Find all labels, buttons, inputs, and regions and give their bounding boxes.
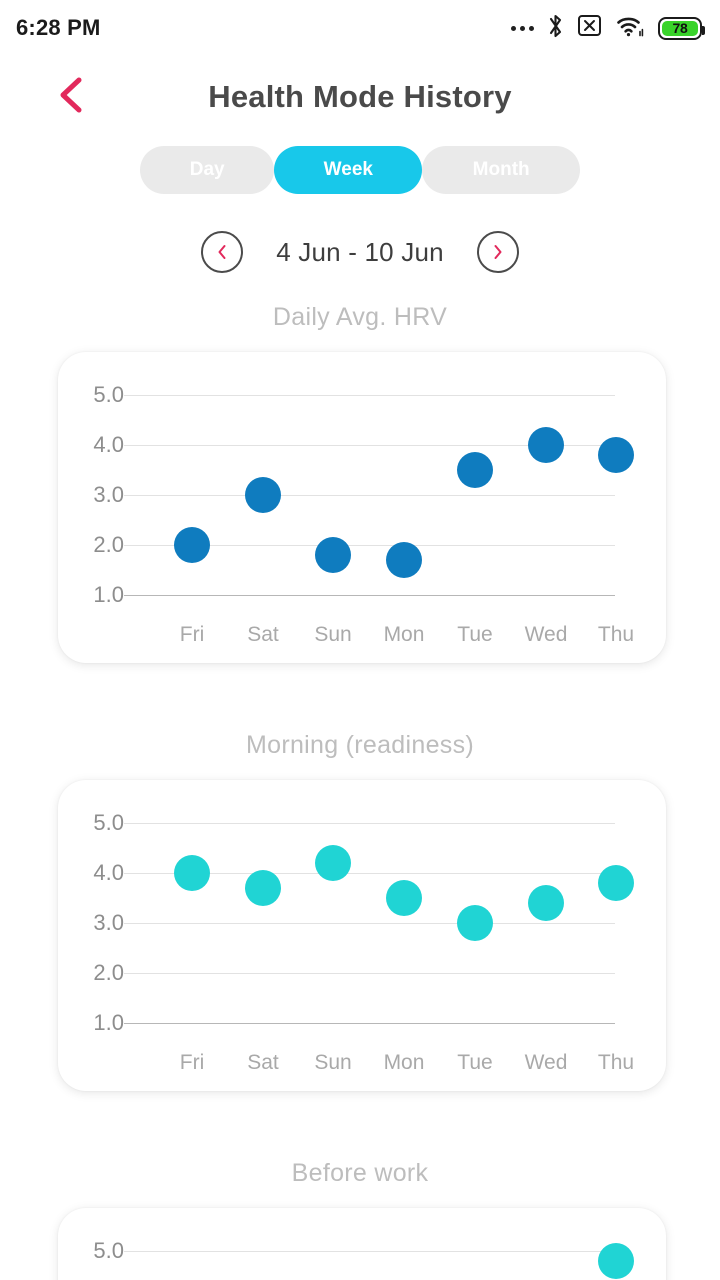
x-axis-tick-label: Tue bbox=[457, 623, 493, 646]
gridline bbox=[124, 1023, 615, 1024]
gridline bbox=[124, 823, 615, 824]
data-point[interactable] bbox=[245, 477, 281, 513]
date-navigation: 4 Jun - 10 Jun bbox=[0, 228, 720, 276]
status-icon-group: 78 bbox=[511, 13, 705, 44]
prev-week-button[interactable] bbox=[201, 231, 243, 273]
gridline bbox=[124, 395, 615, 396]
scatter-plot-beforework: 5.0 bbox=[58, 1208, 666, 1280]
chart-card-hrv: 5.0 4.0 3.0 2.0 1.0 Fri Sat Sun Mon Tue Wed Thu bbox=[58, 352, 666, 663]
x-axis-tick-label: Wed bbox=[524, 623, 568, 646]
x-axis-tick-label: Fri bbox=[179, 1051, 205, 1074]
app-screen: 6:28 PM 78 Health Mode History Day Week … bbox=[0, 0, 720, 1280]
data-point[interactable] bbox=[457, 905, 493, 941]
x-axis-tick-label: Sat bbox=[247, 1051, 279, 1074]
data-point[interactable] bbox=[315, 845, 351, 881]
chevron-right-icon bbox=[491, 243, 505, 261]
y-axis-tick-label: 4.0 bbox=[93, 860, 124, 885]
battery-icon: 78 bbox=[658, 16, 705, 40]
y-axis-tick-label: 3.0 bbox=[93, 482, 124, 507]
chart-title-hrv: Daily Avg. HRV bbox=[272, 303, 448, 331]
bluetooth-icon bbox=[547, 13, 564, 44]
gridline bbox=[124, 1251, 615, 1252]
data-point[interactable] bbox=[598, 865, 634, 901]
data-point[interactable] bbox=[315, 537, 351, 573]
data-point[interactable] bbox=[386, 542, 422, 578]
data-point[interactable] bbox=[386, 880, 422, 916]
x-axis-tick-label: Fri bbox=[179, 623, 205, 646]
x-axis-tick-label: Tue bbox=[457, 1051, 493, 1074]
scatter-plot-morning: 5.0 4.0 3.0 2.0 1.0 Fri Sat Sun Mon Tue Wed Thu bbox=[58, 780, 666, 1091]
data-point[interactable] bbox=[528, 427, 564, 463]
status-time: 6:28 PM bbox=[16, 15, 101, 40]
gridline bbox=[124, 595, 615, 596]
x-axis-tick-label: Thu bbox=[597, 1051, 635, 1074]
battery-level: 78 bbox=[672, 20, 688, 36]
y-axis-tick-label: 5.0 bbox=[93, 1238, 124, 1263]
chart-card-morning: 5.0 4.0 3.0 2.0 1.0 Fri Sat Sun Mon Tue Wed Thu bbox=[58, 780, 666, 1091]
data-point[interactable] bbox=[174, 855, 210, 891]
x-axis-tick-label: Sun bbox=[314, 623, 352, 646]
app-header: Health Mode History bbox=[0, 62, 720, 138]
x-axis-tick-label: Sat bbox=[247, 623, 279, 646]
sim-disabled-icon bbox=[577, 13, 602, 43]
x-axis-tick-label: Sun bbox=[314, 1051, 352, 1074]
data-point[interactable] bbox=[245, 870, 281, 906]
tab-month[interactable]: Month bbox=[422, 146, 581, 194]
page-title: Health Mode History bbox=[208, 79, 512, 114]
data-point[interactable] bbox=[457, 452, 493, 488]
period-segmented-control: Day Week Month bbox=[140, 146, 581, 194]
date-range-label: 4 Jun - 10 Jun bbox=[276, 236, 444, 267]
y-axis-tick-label: 4.0 bbox=[93, 432, 124, 457]
x-axis-tick-label: Thu bbox=[597, 623, 635, 646]
more-dots-icon bbox=[511, 25, 534, 31]
wifi-icon bbox=[615, 13, 645, 44]
status-bar: 6:28 PM 78 bbox=[0, 0, 720, 56]
gridline bbox=[124, 923, 615, 924]
x-axis-tick-label: Mon bbox=[383, 623, 425, 646]
gridline bbox=[124, 495, 615, 496]
y-axis-tick-label: 5.0 bbox=[93, 810, 124, 835]
y-axis-tick-label: 3.0 bbox=[93, 910, 124, 935]
y-axis-tick-label: 2.0 bbox=[93, 960, 124, 985]
x-axis-tick-label: Wed bbox=[524, 1051, 568, 1074]
chart-card-beforework: 5.0 bbox=[58, 1208, 666, 1280]
x-axis-tick-label: Mon bbox=[383, 1051, 425, 1074]
chart-title-beforework: Before work bbox=[291, 1159, 429, 1187]
scatter-plot-hrv: 5.0 4.0 3.0 2.0 1.0 Fri Sat Sun Mon Tue Wed Thu bbox=[58, 352, 666, 663]
data-point[interactable] bbox=[174, 527, 210, 563]
y-axis-tick-label: 1.0 bbox=[93, 1010, 124, 1035]
tab-day[interactable]: Day bbox=[140, 146, 275, 194]
next-week-button[interactable] bbox=[477, 231, 519, 273]
gridline bbox=[124, 973, 615, 974]
data-point[interactable] bbox=[598, 437, 634, 473]
data-point[interactable] bbox=[528, 885, 564, 921]
tab-week[interactable]: Week bbox=[274, 146, 423, 194]
chart-title-morning: Morning (readiness) bbox=[245, 731, 474, 759]
y-axis-tick-label: 5.0 bbox=[93, 382, 124, 407]
chevron-left-icon bbox=[215, 243, 229, 261]
data-point[interactable] bbox=[598, 1243, 634, 1279]
y-axis-tick-label: 2.0 bbox=[93, 532, 124, 557]
y-axis-tick-label: 1.0 bbox=[93, 582, 124, 607]
